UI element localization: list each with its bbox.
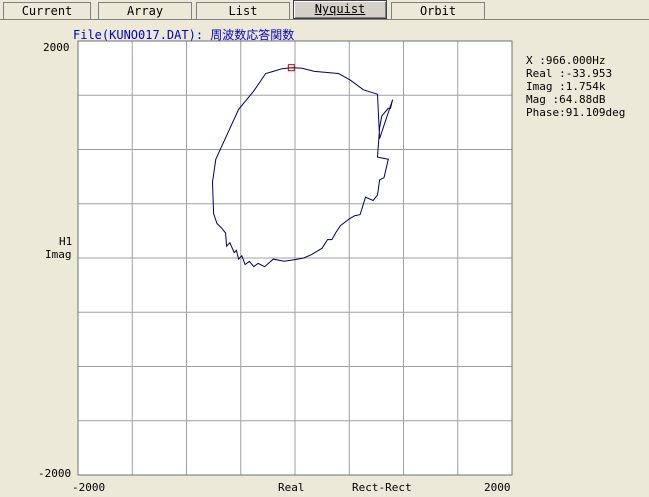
y-axis-max-label: 2000 <box>43 41 70 54</box>
tab-orbit-label: Orbit <box>419 4 457 18</box>
tab-bar: Current Array List Nyquist Orbit <box>0 0 649 20</box>
plot-grid <box>78 41 512 475</box>
tab-array-label: Array <box>126 4 164 18</box>
coordinate-mode[interactable]: Rect-Rect <box>352 481 412 494</box>
readout-magnitude: Mag :64.88dB <box>526 93 606 106</box>
readout-phase: Phase:91.109deg <box>526 106 626 119</box>
tab-nyquist[interactable]: Nyquist <box>293 0 387 19</box>
tab-list[interactable]: List <box>196 2 290 19</box>
y-axis-min-label: -2000 <box>38 467 72 480</box>
tab-nyquist-label: Nyquist <box>314 2 366 16</box>
y-axis-name-line2: Imag <box>45 248 72 261</box>
readout-frequency: X :966.000Hz <box>526 54 606 67</box>
x-axis-name: Real <box>278 481 305 494</box>
x-axis-max-label: 2000 <box>484 481 511 494</box>
x-axis-min-label: -2000 <box>72 481 106 494</box>
cursor-readout: X :966.000Hz Real :-33.953 Imag :1.754k … <box>526 54 625 119</box>
nyquist-curve <box>211 67 394 268</box>
readout-imag: Imag :1.754k <box>526 80 606 93</box>
tab-array[interactable]: Array <box>98 2 192 19</box>
tab-orbit[interactable]: Orbit <box>391 2 485 19</box>
readout-real: Real :-33.953 <box>526 67 613 80</box>
tab-current-label: Current <box>21 4 73 18</box>
tab-list-label: List <box>228 4 258 18</box>
nyquist-plot[interactable] <box>77 40 513 476</box>
y-axis-name-line1: H1 <box>59 235 73 248</box>
tab-current[interactable]: Current <box>3 2 91 19</box>
